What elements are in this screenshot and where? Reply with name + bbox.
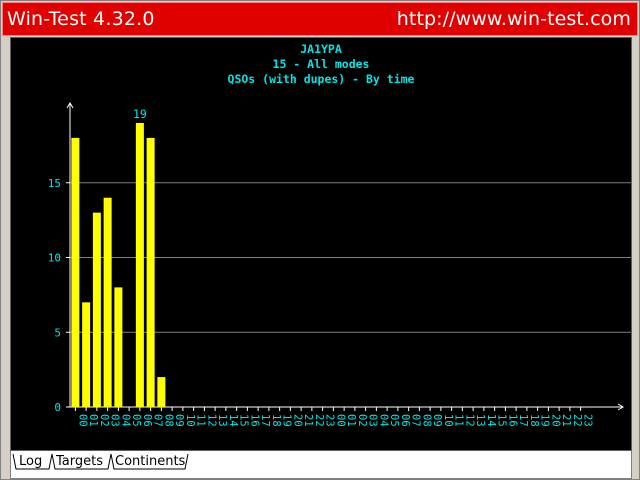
x-tick-label: 19 bbox=[539, 414, 551, 427]
x-tick-label: 16 bbox=[506, 414, 518, 427]
x-tick-label: 13 bbox=[216, 414, 228, 427]
bar bbox=[71, 137, 80, 407]
x-tick-label: 18 bbox=[270, 414, 282, 427]
qso-chart: JA1YPA15 - All modesQSOs (with dupes) - … bbox=[48, 42, 631, 427]
x-tick-label: 11 bbox=[453, 414, 465, 427]
bar bbox=[103, 197, 112, 407]
x-tick-label: 02 bbox=[98, 414, 110, 427]
tab-continents[interactable]: Continents bbox=[111, 453, 189, 471]
x-tick-label: 06 bbox=[141, 414, 153, 427]
x-tick-label: 23 bbox=[582, 414, 594, 427]
x-tick-label: 21 bbox=[302, 414, 314, 427]
window-url: http://www.win-test.com bbox=[396, 8, 631, 30]
bar bbox=[114, 287, 123, 407]
app-window: Win-Test 4.32.0 http://www.win-test.com … bbox=[0, 0, 640, 480]
y-tick-label: 10 bbox=[48, 252, 61, 265]
x-tick-label: 20 bbox=[291, 414, 303, 427]
window-title: Win-Test 4.32.0 bbox=[7, 8, 155, 30]
x-tick-label: 01 bbox=[87, 414, 99, 427]
bar bbox=[157, 377, 166, 407]
x-tick-label: 15 bbox=[496, 414, 508, 427]
x-tick-label: 23 bbox=[324, 414, 336, 427]
x-tick-label: 10 bbox=[184, 414, 196, 427]
x-tick-label: 05 bbox=[388, 414, 400, 427]
bar bbox=[82, 302, 91, 407]
x-tick-label: 03 bbox=[367, 414, 379, 427]
x-tick-label: 04 bbox=[377, 414, 389, 427]
x-tick-label: 03 bbox=[109, 414, 121, 427]
x-tick-label: 08 bbox=[420, 414, 432, 427]
x-tick-label: 20 bbox=[549, 414, 561, 427]
x-tick-label: 07 bbox=[410, 414, 422, 427]
x-tick-label: 00 bbox=[76, 414, 88, 427]
bar bbox=[146, 137, 155, 407]
x-tick-label: 14 bbox=[227, 414, 239, 427]
x-tick-label: 22 bbox=[313, 414, 325, 427]
chart-title-line: JA1YPA bbox=[300, 42, 342, 56]
tab-log[interactable]: Log bbox=[15, 453, 46, 471]
x-tick-label: 06 bbox=[399, 414, 411, 427]
x-tick-label: 09 bbox=[173, 414, 185, 427]
y-tick-label: 5 bbox=[54, 326, 61, 339]
y-tick-label: 0 bbox=[54, 401, 61, 414]
x-tick-label: 12 bbox=[205, 414, 217, 427]
x-tick-label: 16 bbox=[248, 414, 260, 427]
x-tick-label: 05 bbox=[130, 414, 142, 427]
y-tick-label: 15 bbox=[48, 177, 61, 190]
chart-title-line: QSOs (with dupes) - By time bbox=[228, 72, 415, 86]
chart-title-line: 15 - All modes bbox=[273, 57, 370, 71]
x-tick-label: 00 bbox=[334, 414, 346, 427]
bar bbox=[135, 122, 144, 407]
x-tick-label: 18 bbox=[528, 414, 540, 427]
max-value-label: 19 bbox=[133, 107, 147, 121]
x-tick-label: 09 bbox=[431, 414, 443, 427]
x-tick-label: 13 bbox=[474, 414, 486, 427]
tab-bar: Log Targets Continents bbox=[10, 451, 632, 479]
title-bar[interactable]: Win-Test 4.32.0 http://www.win-test.com bbox=[2, 2, 638, 36]
bar bbox=[92, 212, 101, 407]
x-tick-label: 19 bbox=[281, 414, 293, 427]
x-tick-label: 12 bbox=[463, 414, 475, 427]
x-tick-label: 11 bbox=[195, 414, 207, 427]
chart-panel: JA1YPA 15 - All modes QSOs (with dupes) - … bbox=[10, 37, 632, 451]
x-tick-label: 01 bbox=[345, 414, 357, 427]
x-tick-label: 04 bbox=[119, 414, 131, 427]
x-tick-label: 17 bbox=[259, 414, 271, 427]
x-tick-label: 08 bbox=[162, 414, 174, 427]
x-tick-label: 17 bbox=[517, 414, 529, 427]
tab-targets[interactable]: Targets bbox=[52, 453, 107, 471]
x-tick-label: 10 bbox=[442, 414, 454, 427]
x-tick-label: 07 bbox=[152, 414, 164, 427]
x-tick-label: 21 bbox=[560, 414, 572, 427]
x-tick-label: 02 bbox=[356, 414, 368, 427]
x-tick-label: 14 bbox=[485, 414, 497, 427]
x-tick-label: 15 bbox=[238, 414, 250, 427]
x-tick-label: 22 bbox=[571, 414, 583, 427]
